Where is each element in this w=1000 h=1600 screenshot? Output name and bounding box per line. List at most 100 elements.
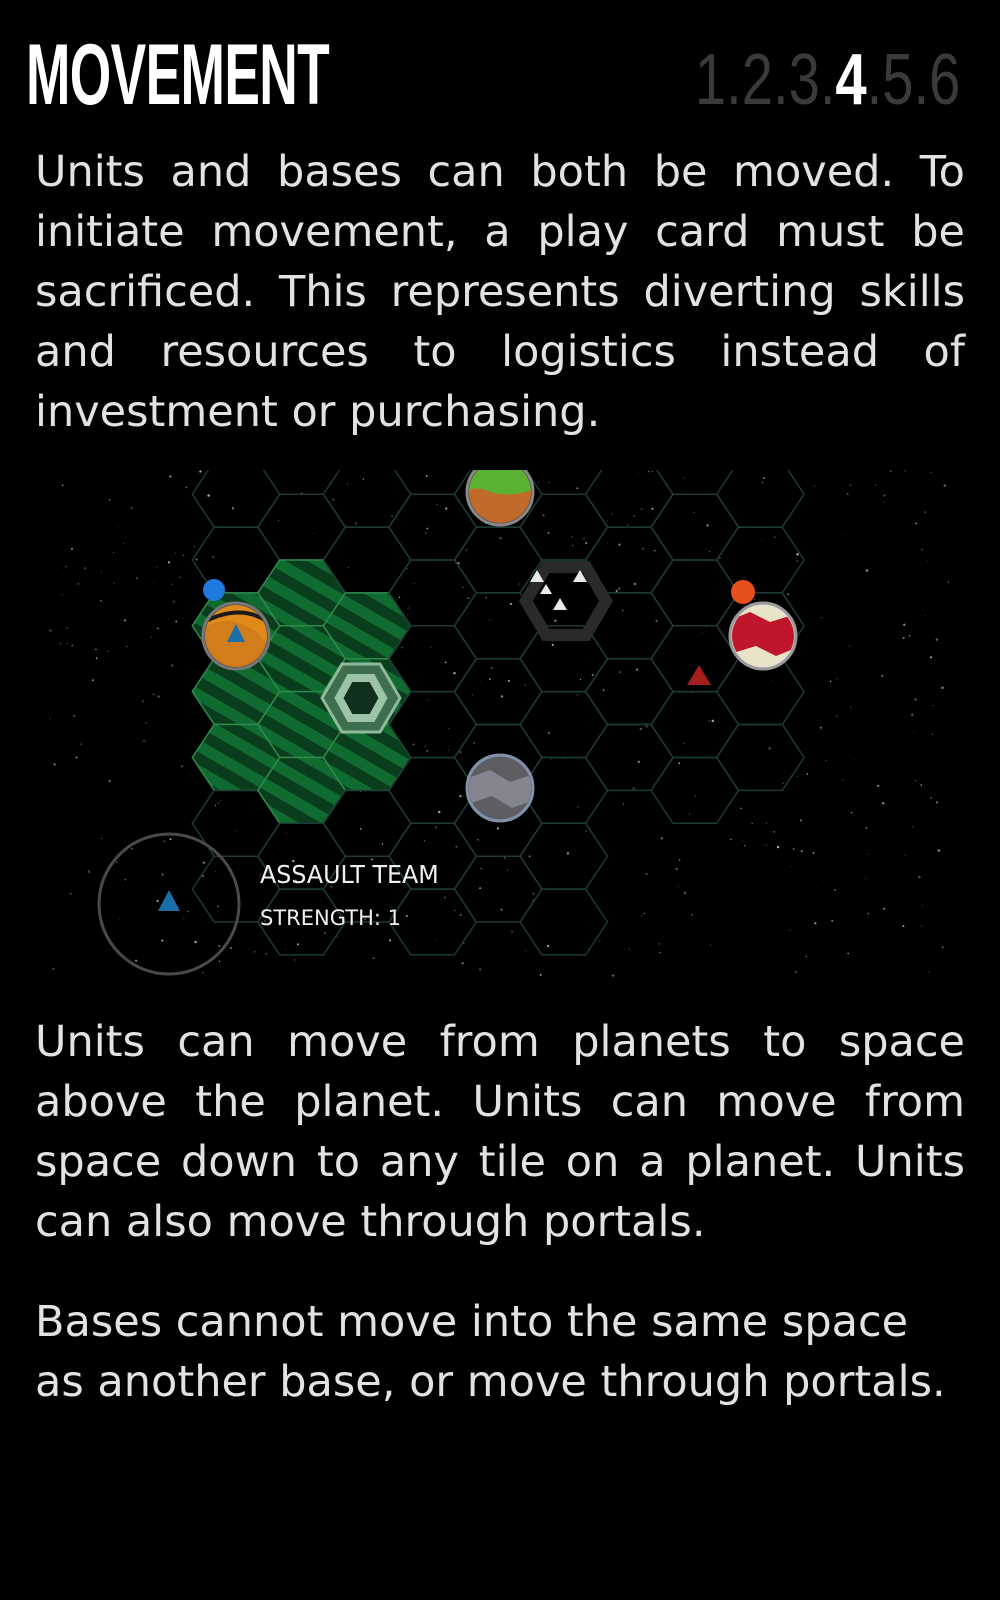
- star: [796, 560, 798, 562]
- portal-icon[interactable]: [519, 561, 613, 641]
- star: [765, 844, 767, 846]
- star: [207, 494, 210, 497]
- star: [576, 487, 579, 490]
- star: [547, 945, 550, 948]
- red-player-marker: [731, 580, 755, 604]
- space-hex[interactable]: [584, 470, 674, 528]
- star: [542, 514, 545, 517]
- star: [407, 607, 410, 610]
- star: [424, 745, 426, 747]
- star: [174, 552, 176, 554]
- star: [347, 483, 348, 485]
- star: [126, 646, 128, 648]
- star: [920, 925, 922, 927]
- star: [583, 538, 585, 540]
- star: [641, 915, 643, 917]
- star: [550, 758, 552, 760]
- star: [465, 549, 468, 551]
- enemy-unit-triangle-icon[interactable]: [687, 665, 711, 685]
- star: [212, 555, 215, 559]
- star: [849, 484, 852, 486]
- star: [761, 481, 764, 484]
- star: [214, 870, 216, 872]
- space-hex[interactable]: [453, 855, 543, 923]
- space-hex[interactable]: [453, 526, 543, 594]
- star: [182, 554, 185, 557]
- star: [448, 749, 450, 751]
- hex-map: [49, 470, 950, 980]
- space-hex[interactable]: [519, 888, 609, 956]
- selected-unit-panel: [97, 832, 241, 976]
- star: [655, 619, 658, 623]
- space-hex[interactable]: [584, 723, 674, 792]
- star: [902, 636, 905, 640]
- page-link-4-current[interactable]: 4: [835, 40, 866, 120]
- space-hex[interactable]: [584, 657, 674, 726]
- star: [742, 840, 744, 842]
- space-hex[interactable]: [650, 493, 740, 561]
- star: [167, 561, 171, 564]
- star: [792, 848, 795, 850]
- space-hex[interactable]: [191, 470, 281, 528]
- space-hex[interactable]: [257, 493, 347, 561]
- star: [607, 542, 608, 544]
- star: [372, 957, 375, 960]
- star: [782, 782, 784, 785]
- star: [108, 498, 111, 501]
- space-hex[interactable]: [453, 657, 543, 726]
- space-hex[interactable]: [322, 470, 412, 528]
- star: [359, 828, 362, 830]
- star: [91, 679, 94, 682]
- star: [398, 596, 400, 598]
- space-hex[interactable]: [715, 526, 805, 594]
- star: [867, 912, 870, 915]
- star: [313, 532, 315, 534]
- page-link-5[interactable]: 5: [882, 40, 913, 120]
- space-hex[interactable]: [519, 493, 609, 561]
- star: [500, 695, 504, 698]
- star: [163, 840, 166, 843]
- space-hex[interactable]: [519, 690, 609, 759]
- star: [591, 673, 594, 676]
- star: [285, 948, 287, 950]
- star: [678, 859, 681, 861]
- space-hex[interactable]: [387, 493, 478, 561]
- space-hex[interactable]: [519, 822, 609, 890]
- star: [115, 861, 118, 864]
- star: [865, 826, 868, 829]
- star: [847, 952, 849, 955]
- star: [199, 470, 202, 473]
- star: [753, 598, 755, 600]
- intro-paragraph: Units and bases can both be moved. To in…: [35, 147, 965, 437]
- star: [75, 756, 78, 759]
- star: [426, 749, 429, 752]
- star: [911, 713, 914, 716]
- star: [800, 819, 803, 822]
- space-hex[interactable]: [715, 470, 805, 528]
- space-hex[interactable]: [650, 756, 740, 825]
- star: [430, 646, 432, 648]
- star: [651, 470, 653, 473]
- page-link-3[interactable]: 3: [788, 40, 819, 120]
- space-hex[interactable]: [387, 888, 478, 956]
- star: [632, 787, 635, 790]
- star: [639, 727, 642, 731]
- space-hex[interactable]: [650, 559, 740, 627]
- star: [814, 922, 817, 925]
- star: [867, 853, 869, 855]
- page-indicator: 1.2.3.4.5.6: [694, 40, 960, 120]
- space-hex[interactable]: [650, 690, 740, 759]
- grey-planet[interactable]: [465, 753, 537, 824]
- star: [889, 470, 892, 472]
- star: [812, 852, 815, 854]
- star: [532, 892, 535, 895]
- star: [610, 513, 613, 515]
- star: [645, 872, 648, 875]
- page-link-2[interactable]: 2: [741, 40, 772, 120]
- page-link-6[interactable]: 6: [929, 40, 960, 120]
- red-planet[interactable]: [728, 601, 798, 671]
- page-title: MOVEMENT: [26, 27, 330, 123]
- space-hex[interactable]: [715, 723, 805, 792]
- star: [805, 955, 808, 958]
- page-link-1[interactable]: 1: [695, 40, 726, 120]
